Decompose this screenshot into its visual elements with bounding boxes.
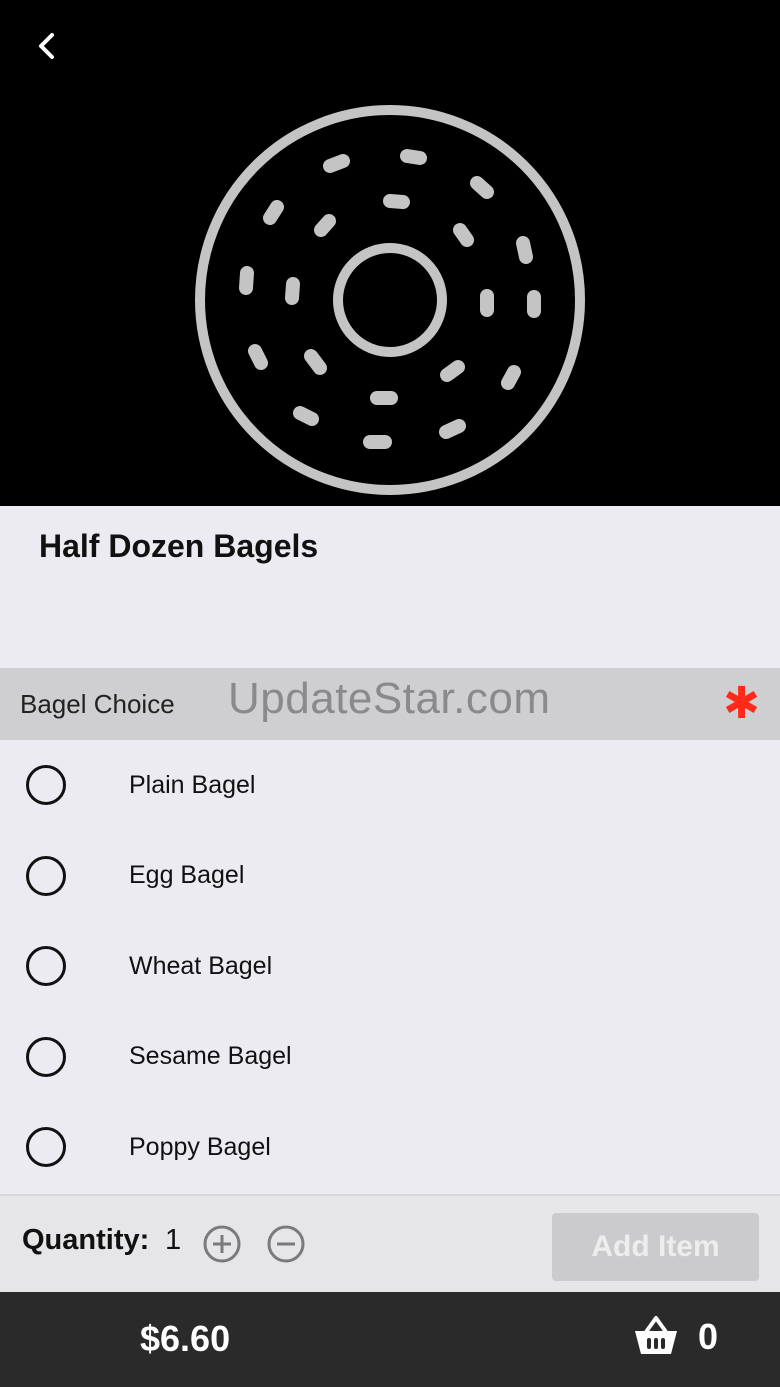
basket-icon	[635, 1316, 677, 1354]
cart-footer: $6.60 0	[0, 1292, 780, 1387]
option-egg-bagel[interactable]: Egg Bagel	[0, 831, 780, 922]
option-wheat-bagel[interactable]: Wheat Bagel	[0, 921, 780, 1012]
hero-image	[0, 0, 780, 506]
item-title: Half Dozen Bagels	[39, 528, 319, 564]
option-label: Poppy Bagel	[129, 1132, 271, 1161]
radio-button[interactable]	[26, 946, 66, 987]
watermark: UpdateStar.com	[228, 674, 551, 723]
option-plain-bagel[interactable]: Plain Bagel	[0, 740, 780, 831]
section-label: Bagel Choice	[20, 689, 175, 719]
option-sesame-bagel[interactable]: Sesame Bagel	[0, 1012, 780, 1103]
quantity-bar: Quantity: 1 Add Item	[0, 1194, 780, 1292]
radio-button[interactable]	[26, 765, 66, 806]
quantity-label: Quantity:	[22, 1224, 150, 1256]
radio-button[interactable]	[26, 1036, 66, 1077]
radio-button[interactable]	[26, 855, 66, 896]
quantity-value: 1	[165, 1224, 182, 1256]
required-marker: ✱	[723, 679, 760, 728]
option-label: Egg Bagel	[129, 861, 245, 890]
bagel-choice-list: Plain Bagel Egg Bagel Wheat Bagel Sesame…	[0, 740, 780, 1193]
option-poppy-bagel[interactable]: Poppy Bagel	[0, 1102, 780, 1193]
plus-circle-icon[interactable]	[202, 1224, 242, 1264]
donut-bagel-icon	[195, 105, 585, 495]
minus-circle-icon[interactable]	[266, 1224, 306, 1264]
option-label: Plain Bagel	[129, 770, 256, 799]
total-price: $6.60	[140, 1318, 231, 1359]
option-label: Sesame Bagel	[129, 1042, 292, 1071]
chevron-left-icon	[39, 33, 54, 59]
back-button[interactable]	[22, 22, 70, 70]
radio-button[interactable]	[26, 1127, 66, 1168]
item-title-area: Half Dozen Bagels	[0, 506, 780, 668]
option-label: Wheat Bagel	[129, 951, 273, 980]
cart-button[interactable]: 0	[632, 1310, 742, 1370]
cart-count: 0	[698, 1316, 719, 1357]
add-item-button[interactable]: Add Item	[552, 1213, 759, 1281]
section-header: Bagel Choice UpdateStar.com ✱	[0, 668, 780, 740]
